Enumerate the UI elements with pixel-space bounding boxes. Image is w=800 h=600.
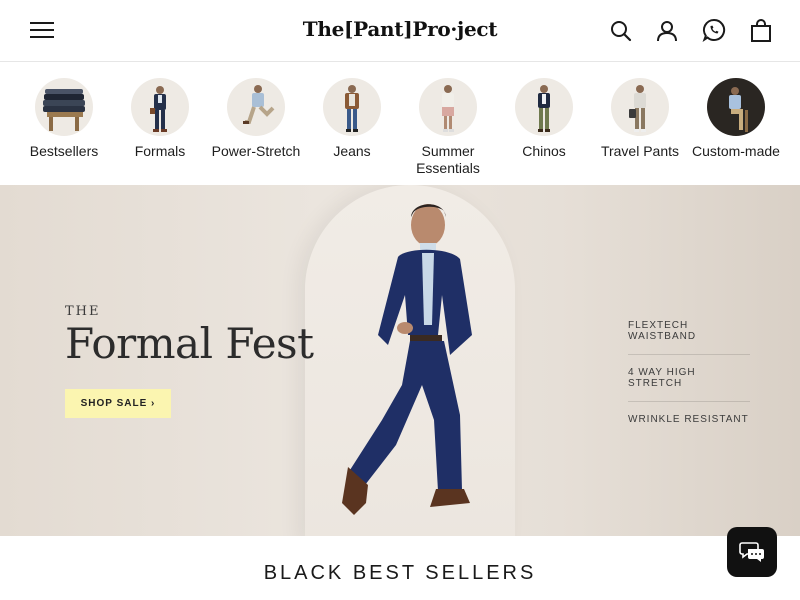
- section-title: BLACK BEST SELLERS: [263, 562, 537, 584]
- category-label: Power-Stretch: [211, 143, 301, 159]
- hero-banner[interactable]: THE Formal Fest SHOP SALE › FLEXTECH WAI…: [0, 185, 800, 536]
- model-travel-icon: [611, 78, 669, 136]
- category-summer-essentials[interactable]: Summer Essentials: [400, 78, 496, 177]
- hero-model-image: [342, 204, 472, 515]
- category-power-stretch[interactable]: Power-Stretch: [208, 78, 304, 160]
- category-formals[interactable]: Formals: [112, 78, 208, 160]
- model-chinos-icon: [515, 78, 573, 136]
- chat-bubbles-icon: [739, 542, 764, 562]
- category-jeans[interactable]: Jeans: [304, 78, 400, 160]
- category-strip: Bestsellers Formals Power-Stretch Jeans …: [0, 62, 800, 185]
- feature-item: 4 WAY HIGH STRETCH: [628, 362, 750, 402]
- hero-eyebrow: THE: [65, 304, 101, 319]
- chat-button[interactable]: [727, 527, 777, 577]
- feature-item: WRINKLE RESISTANT: [628, 414, 749, 425]
- category-label: Custom-made: [692, 143, 780, 159]
- model-formal-icon: [131, 78, 189, 136]
- category-bestsellers[interactable]: Bestsellers: [16, 78, 112, 160]
- category-custom-made[interactable]: Custom-made: [688, 78, 784, 160]
- search-icon[interactable]: [609, 19, 633, 43]
- category-label: Bestsellers: [29, 143, 99, 159]
- shop-sale-button[interactable]: SHOP SALE ›: [65, 389, 171, 418]
- hero-title: Formal Fest: [65, 319, 314, 368]
- model-jeans-icon: [323, 78, 381, 136]
- category-label: Travel Pants: [600, 143, 680, 159]
- model-stretch-icon: [227, 78, 285, 136]
- model-summer-icon: [419, 78, 477, 136]
- site-header: The[Pant]Pro·ject: [0, 0, 800, 62]
- whatsapp-icon[interactable]: [702, 18, 726, 42]
- category-travel-pants[interactable]: Travel Pants: [592, 78, 688, 160]
- feature-item: FLEXTECH WAISTBAND: [628, 315, 750, 355]
- hero-feature-list: FLEXTECH WAISTBAND 4 WAY HIGH STRETCH WR…: [628, 315, 750, 444]
- site-logo[interactable]: The[Pant]Pro·ject: [0, 17, 800, 41]
- account-icon[interactable]: [655, 19, 679, 43]
- category-label: Jeans: [333, 143, 371, 159]
- category-chinos[interactable]: Chinos: [496, 78, 592, 160]
- category-label: Summer Essentials: [416, 143, 480, 176]
- category-label: Formals: [134, 143, 186, 159]
- category-label: Chinos: [522, 143, 566, 159]
- folded-pants-stack-icon: [35, 78, 93, 136]
- bag-icon[interactable]: [749, 19, 773, 43]
- model-custom-icon: [707, 78, 765, 136]
